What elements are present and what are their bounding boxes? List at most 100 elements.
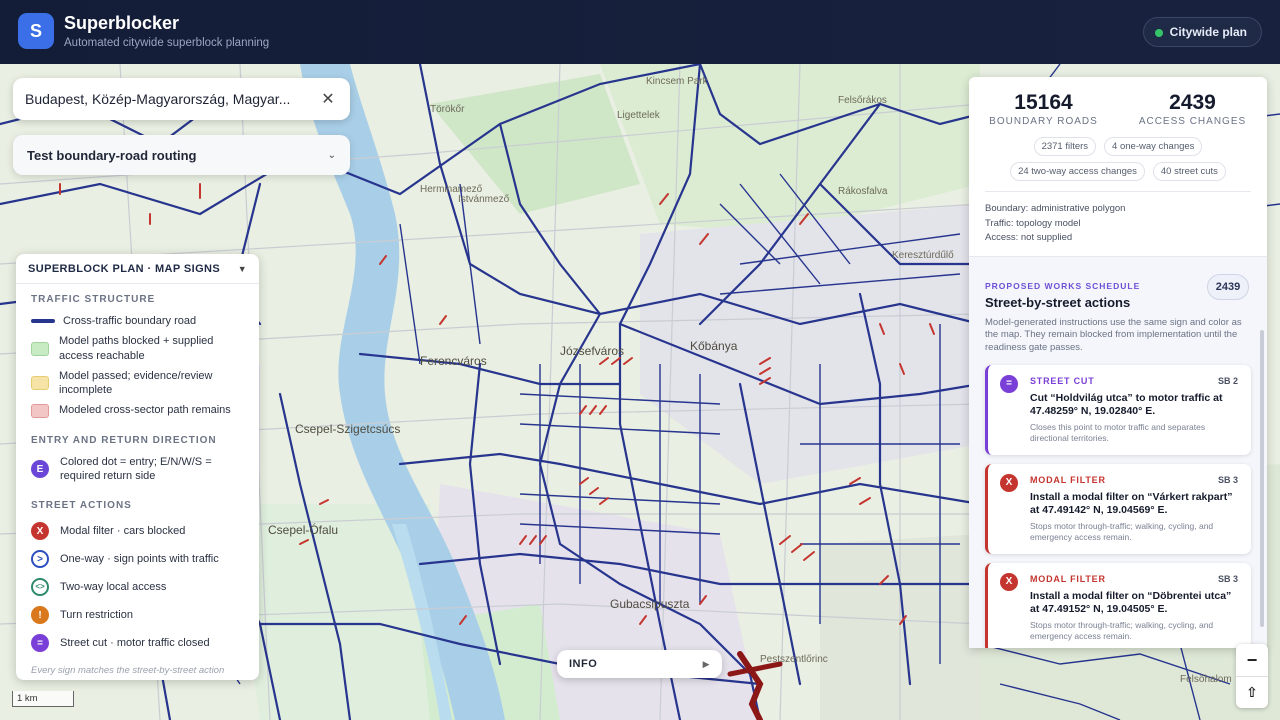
legend-header[interactable]: SUPERBLOCK PLAN · MAP SIGNS ▼ [16,254,259,284]
boundary-roads-value: 15164 [1014,91,1073,114]
works-schedule: PROPOSED WORKS SCHEDULE 2439 Street-by-s… [969,255,1267,648]
action-card[interactable]: X MODAL FILTER SB 3 Install a modal filt… [985,463,1251,554]
green-swatch [31,341,49,356]
legend-title: SUPERBLOCK PLAN · MAP SIGNS [28,262,221,275]
location-search-value[interactable]: Budapest, Közép-Magyarország, Magyar... [25,91,318,107]
citywide-plan-label: Citywide plan [1169,25,1247,39]
legend-item-one-way: > One-way · sign points with traffic [16,545,259,573]
legend-item-boundary-road: Cross-traffic boundary road [16,311,259,331]
legend-item-cross-sector: Modeled cross-sector path remains [16,400,259,420]
play-triangle-icon: ▶ [702,658,710,669]
turn-restriction-icon: ! [31,606,49,625]
map-label: Rákosfalva [838,186,888,197]
legend-section-actions: STREET ACTIONS [31,500,132,512]
access-changes-value: 2439 [1169,91,1216,114]
street-cut-icon: = [31,634,49,653]
two-way-icon: <> [31,578,49,597]
legend-item-review: Model passed; evidence/review incomplete [16,366,259,401]
schedule-count-badge: 2439 [1207,273,1249,300]
map-label: Keresztúrdűlő [892,250,954,261]
yellow-swatch [31,376,49,391]
map-label: Herminamező [420,184,483,195]
app-subtitle: Automated citywide superblock planning [64,37,270,49]
legend-item-label: Two-way local access [60,581,167,594]
legend-item-label: Model paths blocked + supplied access re… [59,335,214,362]
map-label: Csepel-Ófalu [268,523,339,537]
action-type: STREET CUT [1030,375,1095,386]
legend-item-label: One-way · sign points with traffic [60,553,219,566]
action-title: Cut “Holdvilág utca” to motor traffic at… [1030,391,1223,418]
chevron-down-icon: ⌄ [327,149,336,161]
legend-item-modal-filter: X Modal filter · cars blocked [16,517,259,545]
plan-metadata: Boundary: administrative polygon Traffic… [985,191,1251,246]
boundary-meta: Boundary: administrative polygon [985,203,1126,214]
map-label: Pestszentlőrinc [760,654,828,665]
superblock-id: SB 2 [1217,375,1238,386]
plan-summary-panel: 15164 BOUNDARY ROADS 2439 ACCESS CHANGES… [969,77,1267,648]
legend-item-blocked: Model paths blocked + supplied access re… [16,331,259,366]
map-label: Felsőrákos [838,95,887,106]
routing-dropdown-label: Test boundary-road routing [27,147,197,163]
boundary-roads-label: BOUNDARY ROADS [989,116,1098,127]
access-changes-stat: 2439 ACCESS CHANGES [1118,91,1267,127]
panel-scrollbar[interactable] [1260,330,1264,627]
action-note: Closes this point to motor traffic and s… [1030,421,1206,443]
action-title: Install a modal filter on “Várkert rakpa… [1030,490,1233,517]
legend-item-label: Modeled cross-sector path remains [59,404,231,417]
modal-filter-icon: X [1000,572,1018,591]
modal-filter-icon: X [31,522,49,541]
collapse-triangle-icon[interactable]: ▼ [238,264,247,274]
info-label: INFO [569,658,598,670]
location-search-field[interactable]: Budapest, Közép-Magyarország, Magyar... … [13,78,350,120]
legend-item-street-cut: = Street cut · motor traffic closed [16,629,259,657]
action-note: Stops motor through-traffic; walking, cy… [1030,520,1214,542]
access-changes-label: ACCESS CHANGES [1138,116,1247,127]
action-type: MODAL FILTER [1030,573,1106,584]
app-header: S Superblocker Automated citywide superb… [0,0,1280,64]
modal-filter-icon: X [1000,473,1018,492]
entry-dot-icon: E [31,460,49,479]
filters-chip: 2371 filters [1033,137,1097,156]
street-cuts-chip: 40 street cuts [1152,162,1226,181]
map-label: Kincsem Park [646,76,708,87]
traffic-meta: Traffic: topology model [985,217,1081,229]
citywide-plan-button[interactable]: Citywide plan [1142,17,1262,47]
action-card[interactable]: = STREET CUT SB 2 Cut “Holdvilág utca” t… [985,364,1251,455]
superblock-id: SB 3 [1217,474,1238,485]
legend-item-turn-restriction: ! Turn restriction [16,601,259,629]
map-label: Csepel-Szigetcsúcs [295,422,401,436]
one-way-icon: > [31,550,49,569]
info-toggle[interactable]: INFO ▶ [557,650,722,678]
status-dot-icon [1154,29,1163,37]
app-title: Superblocker [64,13,180,33]
legend-item-label: Modal filter · cars blocked [60,525,186,538]
map-label: Kőbánya [690,339,738,353]
boundary-roads-stat: 15164 BOUNDARY ROADS [969,91,1118,127]
zoom-out-button[interactable]: − [1236,644,1268,676]
street-cut-icon: = [1000,374,1018,393]
legend-item-label: Colored dot = entry; E/N/W/S = required … [60,455,212,483]
two-way-chip: 24 two-way access changes [1010,162,1145,181]
map-label: Józsefváros [560,344,625,358]
legend-item-label: Turn restriction [60,609,133,622]
action-type: MODAL FILTER [1030,474,1106,485]
close-icon[interactable]: ✕ [318,89,338,109]
action-card-list[interactable]: = STREET CUT SB 2 Cut “Holdvilág utca” t… [985,364,1251,648]
legend-item-entry: E Colored dot = entry; E/N/W/S = require… [16,452,259,487]
stats-chips: 2371 filters 4 one-way changes 24 two-wa… [969,127,1267,181]
superblock-id: SB 3 [1217,573,1238,584]
stats-row: 15164 BOUNDARY ROADS 2439 ACCESS CHANGES [969,77,1267,127]
map-zoom-controls: − ⇧ [1236,644,1268,708]
action-title: Install a modal filter on “Döbrentei utc… [1030,589,1232,616]
routing-dropdown[interactable]: Test boundary-road routing ⌄ [13,135,350,175]
action-card[interactable]: X MODAL FILTER SB 3 Install a modal filt… [985,562,1251,648]
action-note: Stops motor through-traffic; walking, cy… [1030,619,1214,641]
map-label: Felsőhalom [1180,674,1232,685]
compass-north-button[interactable]: ⇧ [1236,676,1268,708]
legend-item-label: Street cut · motor traffic closed [60,637,210,650]
map-scale-bar: 1 km [12,691,74,707]
map-label: Gubacsipuszta [610,597,690,611]
legend-item-label: Model passed; evidence/review incomplete [59,369,213,397]
red-swatch [31,403,49,418]
schedule-eyebrow: PROPOSED WORKS SCHEDULE [985,280,1141,291]
